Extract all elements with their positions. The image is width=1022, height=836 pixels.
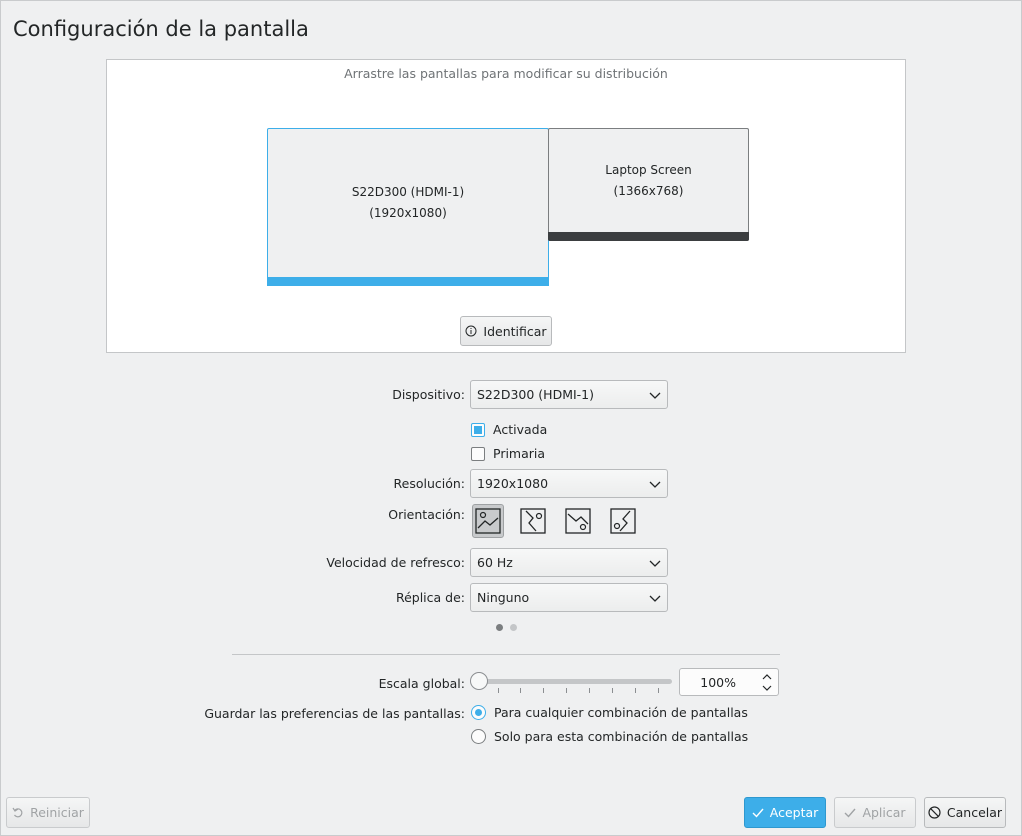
enabled-label: Activada	[493, 422, 548, 437]
chevron-up-icon[interactable]	[761, 672, 773, 682]
refresh-rate-combobox[interactable]: 60 Hz	[470, 548, 668, 577]
monitor-resolution: (1366x768)	[613, 183, 684, 198]
reset-label: Reiniciar	[30, 805, 84, 820]
save-any-combination-radio[interactable]: Para cualquier combinación de pantallas	[471, 705, 748, 720]
device-value: S22D300 (HDMI-1)	[477, 387, 595, 402]
radio-label: Solo para esta combinación de pantallas	[494, 729, 749, 744]
cancel-label: Cancelar	[946, 805, 1003, 820]
undo-icon	[12, 807, 23, 817]
scale-value: 100%	[700, 675, 736, 690]
info-icon	[465, 325, 477, 337]
layout-hint: Arrastre las pantallas para modificar su…	[344, 66, 668, 81]
device-label: Dispositivo:	[392, 387, 465, 402]
slider-tick	[589, 688, 590, 693]
checkbox-unchecked-icon	[471, 446, 485, 461]
global-scale-label: Escala global:	[378, 676, 465, 691]
global-scale-slider[interactable]	[470, 670, 672, 694]
inverted-landscape-icon	[565, 508, 591, 534]
primary-checkbox[interactable]: Primaria	[471, 446, 545, 461]
cancel-button[interactable]: Cancelar	[924, 797, 1006, 828]
monitor-name: Laptop Screen	[605, 162, 692, 177]
page-indicator-dot-active[interactable]	[496, 624, 503, 631]
primary-label: Primaria	[493, 446, 546, 461]
portrait-left-icon	[520, 508, 546, 534]
screen-layout-area[interactable]: Arrastre las pantallas para modificar su…	[106, 59, 906, 353]
radio-unselected-icon	[471, 729, 486, 744]
save-this-combination-radio[interactable]: Solo para esta combinación de pantallas	[471, 729, 748, 744]
orientation-right-button[interactable]	[607, 504, 639, 538]
resolution-value: 1920x1080	[477, 476, 549, 491]
monitor-bar	[548, 232, 749, 241]
slider-tick	[543, 688, 544, 693]
monitor-selected-bar	[267, 277, 549, 286]
resolution-label: Resolución:	[393, 476, 466, 491]
landscape-icon	[475, 508, 501, 534]
resolution-combobox[interactable]: 1920x1080	[470, 469, 668, 498]
global-scale-spinbox[interactable]: 100%	[679, 668, 779, 696]
device-combobox[interactable]: S22D300 (HDMI-1)	[470, 380, 668, 409]
reset-button[interactable]: Reiniciar	[6, 797, 90, 828]
refresh-rate-label: Velocidad de refresco:	[326, 555, 465, 570]
identify-label: Identificar	[483, 323, 547, 339]
divider	[232, 654, 780, 655]
enabled-checkbox[interactable]: Activada	[471, 422, 547, 437]
accept-label: Aceptar	[769, 805, 819, 820]
slider-groove	[474, 679, 672, 684]
apply-button[interactable]: Aplicar	[834, 797, 916, 828]
monitor-resolution: (1920x1080)	[369, 206, 447, 220]
monitor-name: S22D300 (HDMI-1)	[351, 185, 465, 199]
replica-label: Réplica de:	[395, 590, 465, 605]
refresh-rate-value: 60 Hz	[477, 555, 513, 570]
slider-tick	[658, 688, 659, 693]
accept-button[interactable]: Aceptar	[744, 797, 826, 828]
orientation-left-button[interactable]	[517, 504, 549, 538]
slider-tick	[612, 688, 613, 693]
radio-label: Para cualquier combinación de pantallas	[494, 705, 748, 720]
replica-value: Ninguno	[477, 590, 530, 605]
save-preferences-label: Guardar las preferencias de las pantalla…	[204, 706, 465, 721]
orientation-landscape-button[interactable]	[472, 504, 504, 538]
identify-button[interactable]: Identificar	[460, 316, 552, 346]
slider-tick	[520, 688, 521, 693]
radio-selected-icon	[471, 705, 486, 720]
page-indicator-dot[interactable]	[510, 624, 517, 631]
orientation-inverted-button[interactable]	[562, 504, 594, 538]
cancel-icon	[928, 806, 941, 819]
monitor-laptop-screen[interactable]: Laptop Screen (1366x768)	[548, 128, 749, 241]
monitor-s22d300[interactable]: S22D300 (HDMI-1) (1920x1080)	[267, 128, 549, 286]
slider-tick	[566, 688, 567, 693]
slider-tick	[635, 688, 636, 693]
checkmark-icon	[844, 808, 856, 818]
apply-label: Aplicar	[862, 805, 906, 820]
portrait-right-icon	[610, 508, 636, 534]
checkbox-checked-icon	[471, 422, 485, 437]
chevron-down-icon	[649, 481, 661, 488]
slider-handle[interactable]	[470, 672, 488, 690]
orientation-label: Orientación:	[388, 507, 465, 522]
slider-tick	[498, 688, 499, 693]
chevron-down-icon	[649, 392, 661, 399]
chevron-down-icon	[649, 560, 661, 567]
page-title: Configuración de la pantalla	[13, 17, 309, 41]
checkmark-icon	[752, 808, 764, 818]
chevron-down-icon[interactable]	[761, 683, 773, 693]
chevron-down-icon	[649, 595, 661, 602]
replica-combobox[interactable]: Ninguno	[470, 583, 668, 612]
